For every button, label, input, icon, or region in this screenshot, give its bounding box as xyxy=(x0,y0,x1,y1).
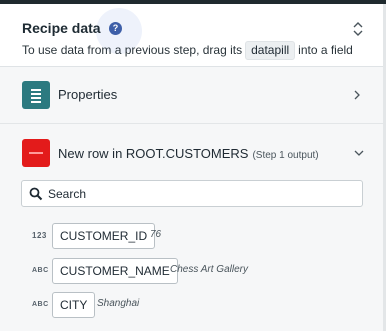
trigger-step-number: (Step 1 output) xyxy=(252,150,319,161)
datapill-city[interactable]: CITY xyxy=(52,292,96,318)
chevron-down-icon xyxy=(354,150,364,156)
sample-value: 76 xyxy=(150,229,162,240)
datapill-customer-name[interactable]: CUSTOMER_NAME xyxy=(52,258,178,284)
datapill-row: ABC CUSTOMER_NAME Chess Art Gallery xyxy=(0,258,383,284)
panel-subtitle: To use data from a previous step, drag i… xyxy=(22,40,353,60)
type-badge-number: 123 xyxy=(32,231,47,240)
section-divider xyxy=(0,123,383,124)
trigger-step-label: New row in ROOT.CUSTOMERS (Step 1 output) xyxy=(58,146,319,161)
list-icon xyxy=(22,81,50,109)
sample-value: Shanghai xyxy=(97,298,140,309)
properties-row[interactable]: Properties xyxy=(0,81,383,111)
chevron-right-icon xyxy=(354,90,360,100)
type-badge-string: ABC xyxy=(32,301,49,308)
subtitle-text-after: into a field xyxy=(298,43,353,57)
trigger-step-row[interactable]: New row in ROOT.CUSTOMERS (Step 1 output) xyxy=(0,139,383,167)
help-icon[interactable]: ? xyxy=(109,22,122,35)
trigger-title: New row in ROOT.CUSTOMERS xyxy=(58,146,249,161)
oracle-app-icon xyxy=(22,139,50,167)
properties-label: Properties xyxy=(58,87,118,102)
expand-collapse-icon[interactable] xyxy=(352,20,364,38)
subtitle-text-before: To use data from a previous step, drag i… xyxy=(22,43,243,57)
sample-value: Chess Art Gallery xyxy=(170,264,248,275)
search-box[interactable] xyxy=(21,180,363,207)
datapill-row: ABC CITY Shanghai xyxy=(0,292,383,318)
recipe-data-header: Recipe data ? To use data from a previou… xyxy=(0,4,383,66)
datapill-row: 123 CUSTOMER_ID 76 xyxy=(0,223,383,249)
search-icon xyxy=(29,187,43,201)
datapill-customer-id[interactable]: CUSTOMER_ID xyxy=(52,223,156,249)
panel-title: Recipe data xyxy=(22,20,101,36)
datapill-hint-pill: datapill xyxy=(245,40,296,60)
search-input[interactable] xyxy=(48,184,348,203)
recipe-data-panel: Properties New row in ROOT.CUSTOMERS (Ste… xyxy=(0,67,383,331)
type-badge-string: ABC xyxy=(32,267,49,274)
